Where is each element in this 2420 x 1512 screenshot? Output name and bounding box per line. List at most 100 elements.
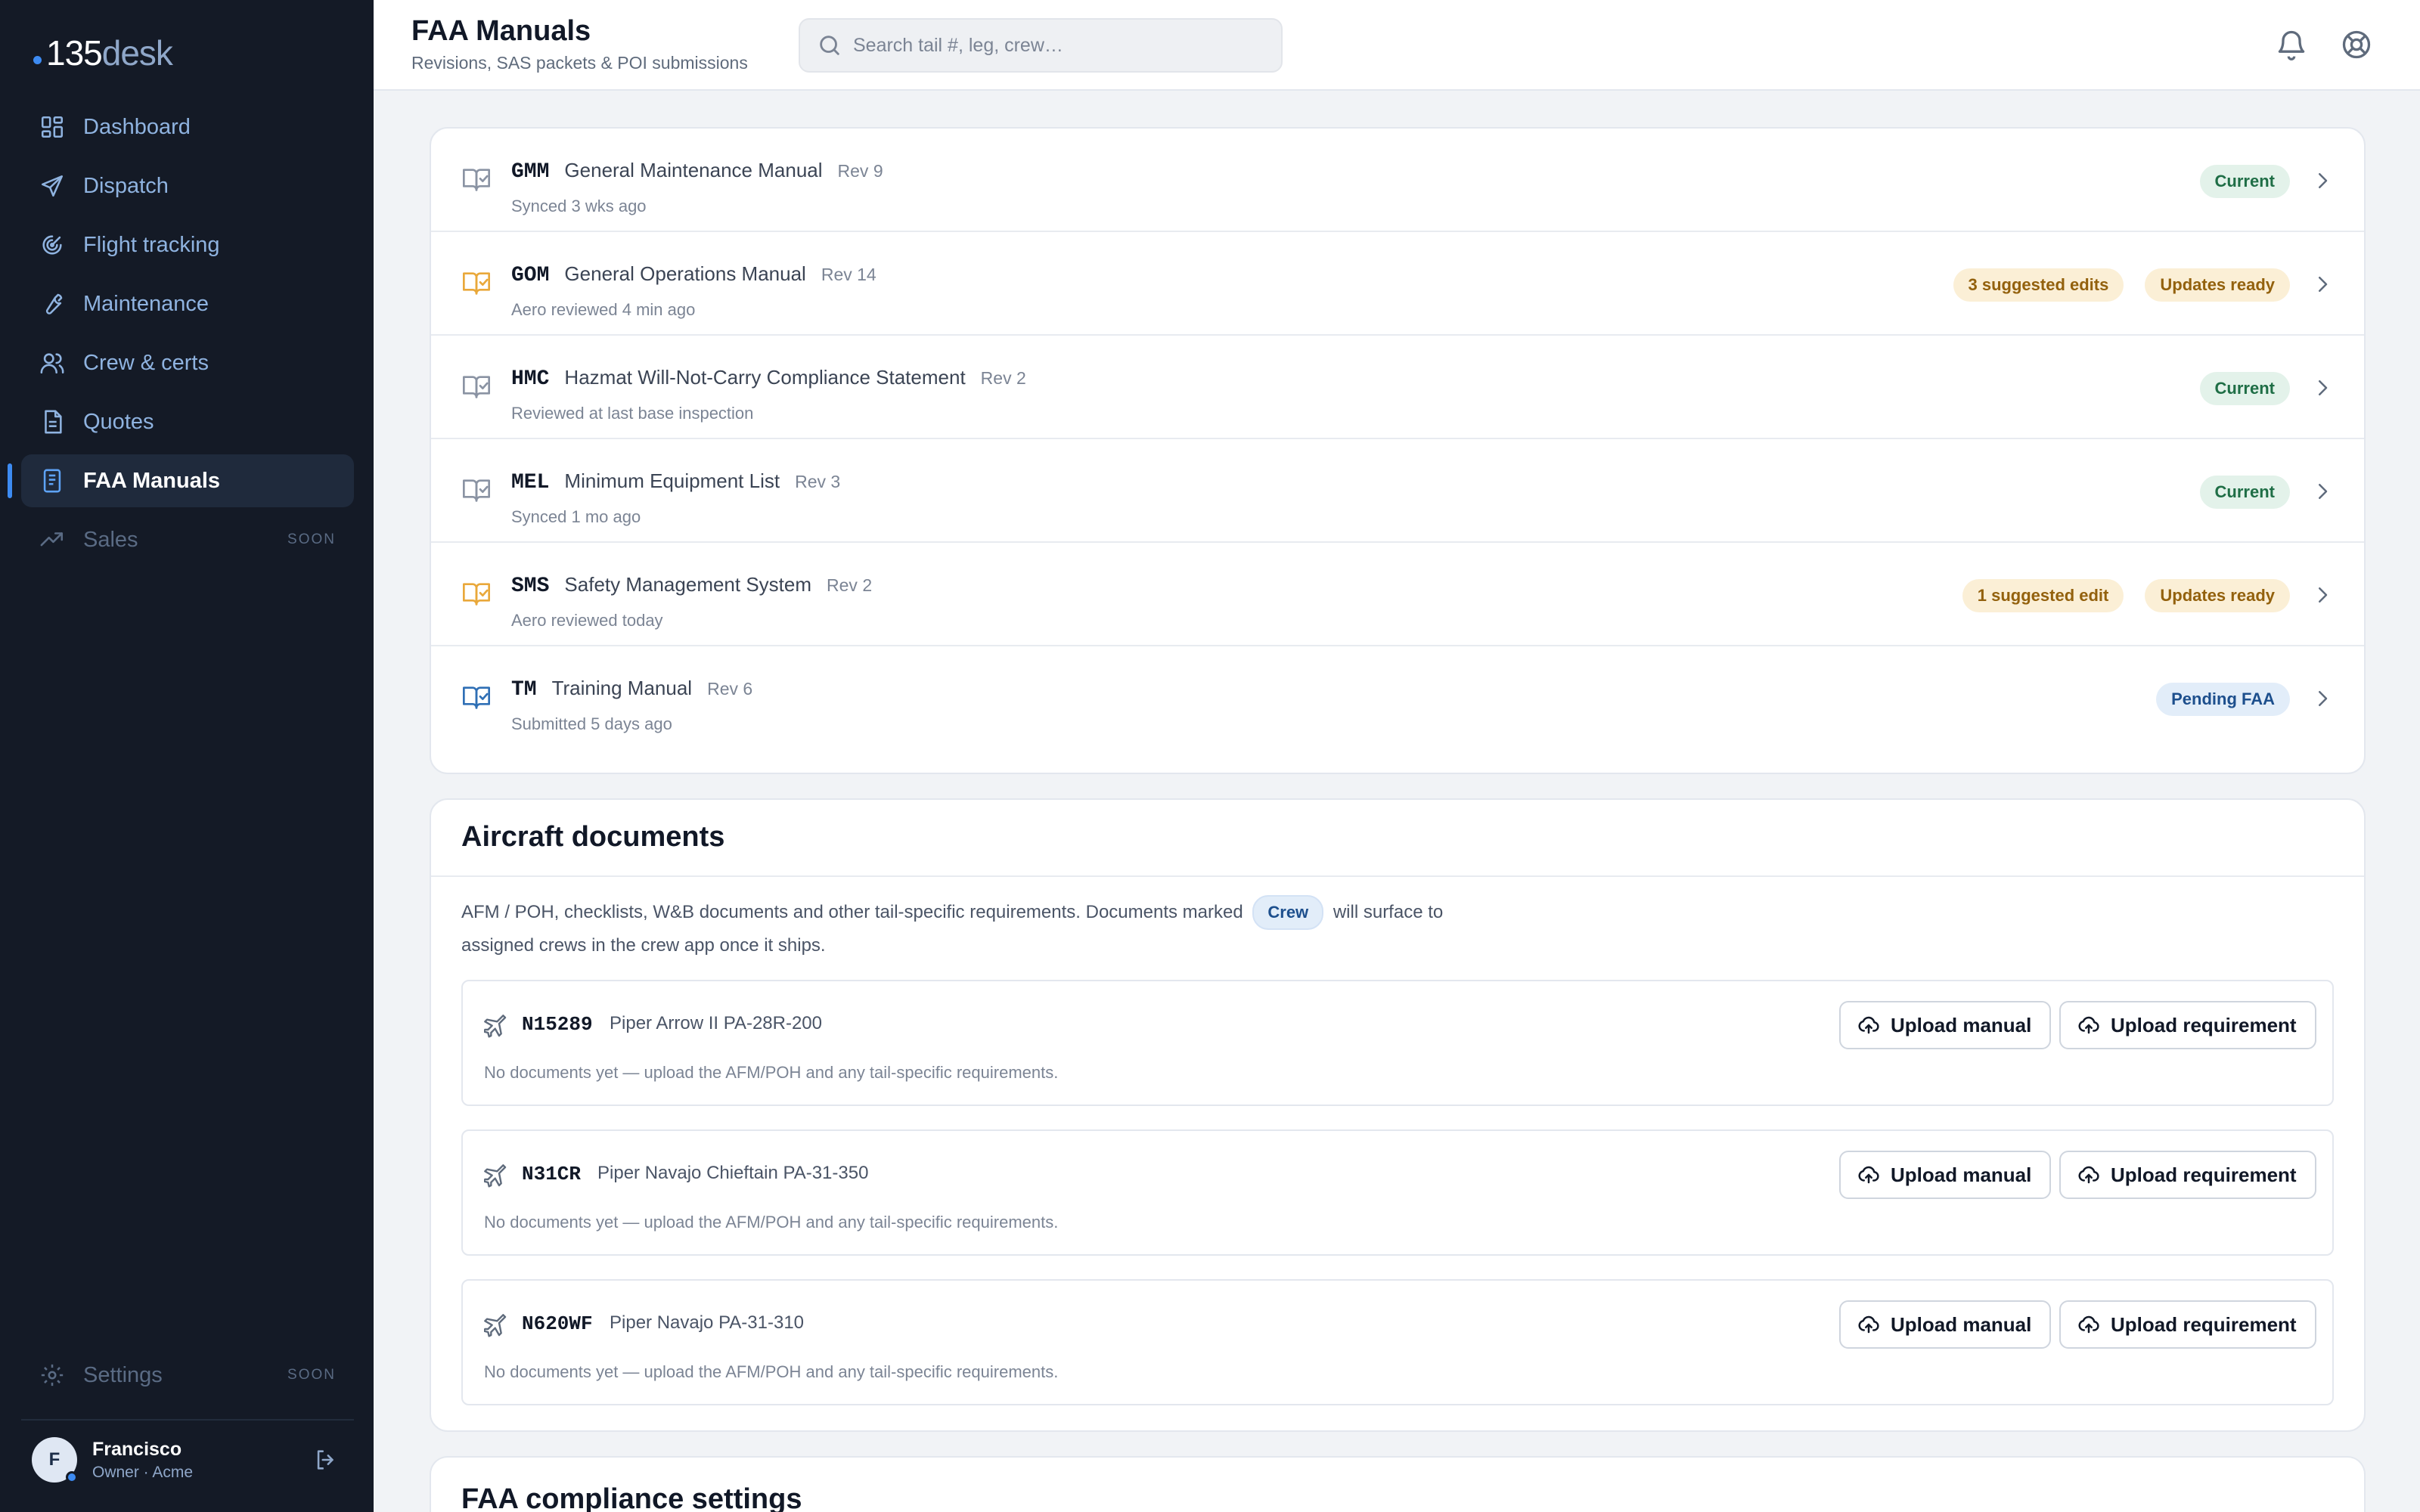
manual-row-sms[interactable]: SMS Safety Management System Rev 2 Aero … xyxy=(431,543,2364,646)
upload-requirement-button[interactable]: Upload requirement xyxy=(2059,1151,2316,1199)
button-label: Upload manual xyxy=(1891,1163,2032,1186)
section-divider xyxy=(431,875,2364,877)
status-badge: Current xyxy=(2199,476,2290,509)
button-label: Upload manual xyxy=(1891,1013,2032,1036)
button-label: Upload requirement xyxy=(2111,1312,2297,1336)
empty-state-text: No documents yet — upload the AFM/POH an… xyxy=(484,1213,1059,1232)
cloud-upload-icon xyxy=(1858,1166,1879,1184)
document-icon xyxy=(45,410,62,434)
sidebar-settings: Settings SOON xyxy=(21,1349,354,1408)
manual-title-line: GOM General Operations Manual Rev 14 xyxy=(511,262,876,287)
manual-title-line: MEL Minimum Equipment List Rev 3 xyxy=(511,469,840,494)
search-bar[interactable] xyxy=(799,18,1283,73)
sidebar-item-label: Flight tracking xyxy=(83,232,220,257)
user-profile[interactable]: F Francisco Owner · Acme xyxy=(32,1433,349,1486)
upload-requirement-button[interactable]: Upload requirement xyxy=(2059,1300,2316,1349)
manual-row-gom[interactable]: GOM General Operations Manual Rev 14 Aer… xyxy=(431,232,2364,336)
sidebar-item-dispatch[interactable]: Dispatch xyxy=(21,160,354,212)
manual-row-mel[interactable]: MEL Minimum Equipment List Rev 3 Synced … xyxy=(431,439,2364,543)
sidebar-divider xyxy=(21,1419,354,1421)
manual-row-hmc[interactable]: HMC Hazmat Will-Not-Carry Compliance Sta… xyxy=(431,336,2364,439)
sidebar-item-sales[interactable]: Sales SOON xyxy=(21,513,354,566)
manual-code: SMS xyxy=(511,575,550,598)
search-icon xyxy=(820,36,839,55)
top-header: FAA Manuals Revisions, SAS packets & POI… xyxy=(374,0,2420,91)
description-text-start: AFM / POH, checklists, W&B documents and… xyxy=(461,902,1243,922)
manuals-list: GMM General Maintenance Manual Rev 9 Syn… xyxy=(430,127,2366,774)
search-input[interactable] xyxy=(853,34,1261,57)
status-badge: Current xyxy=(2199,372,2290,405)
sidebar-item-label: Quotes xyxy=(83,409,154,434)
sidebar-item-label: FAA Manuals xyxy=(83,468,221,493)
dashboard-icon xyxy=(41,116,64,138)
avatar[interactable]: F xyxy=(32,1437,78,1483)
upload-manual-button[interactable]: Upload manual xyxy=(1839,1151,2052,1199)
status-badges: Pending FAA xyxy=(2135,683,2290,716)
status-badge: Updates ready xyxy=(2145,579,2290,612)
aircraft-model: Piper Arrow II PA-28R-200 xyxy=(610,1013,823,1033)
cloud-upload-icon xyxy=(1858,1016,1879,1034)
wrench-icon xyxy=(45,293,63,314)
suggested-edits-badge: 3 suggested edits xyxy=(1953,268,2124,302)
book-icon xyxy=(43,469,61,493)
button-label: Upload requirement xyxy=(2111,1013,2297,1036)
book-check-icon xyxy=(463,686,490,709)
manual-revision: Rev 6 xyxy=(707,679,753,699)
chevron-right-icon[interactable] xyxy=(2311,584,2334,606)
chevron-right-icon[interactable] xyxy=(2311,376,2334,399)
manual-row-tm[interactable]: TM Training Manual Rev 6 Submitted 5 day… xyxy=(431,646,2364,750)
manual-revision: Rev 2 xyxy=(980,368,1026,388)
sidebar-item-dashboard[interactable]: Dashboard xyxy=(21,101,354,153)
aircraft-model: Piper Navajo Chieftain PA-31-350 xyxy=(597,1163,869,1183)
sidebar-item-quotes[interactable]: Quotes xyxy=(21,395,354,448)
sidebar-item-label: Dashboard xyxy=(83,114,191,139)
upload-manual-button[interactable]: Upload manual xyxy=(1839,1001,2052,1049)
chevron-right-icon[interactable] xyxy=(2311,687,2334,710)
manual-row-gmm[interactable]: GMM General Maintenance Manual Rev 9 Syn… xyxy=(431,129,2364,232)
manual-revision: Rev 3 xyxy=(795,472,841,491)
plane-icon xyxy=(484,1164,507,1188)
logout-icon[interactable] xyxy=(313,1447,339,1473)
brand-word: desk xyxy=(101,33,173,73)
manual-code: TM xyxy=(511,678,537,702)
button-label: Upload manual xyxy=(1891,1312,2032,1336)
chevron-right-icon[interactable] xyxy=(2311,169,2334,192)
cloud-upload-icon xyxy=(2078,1315,2099,1334)
manual-meta: Aero reviewed 4 min ago xyxy=(511,300,696,319)
chevron-right-icon[interactable] xyxy=(2311,273,2334,296)
sidebar-item-crew-certs[interactable]: Crew & certs xyxy=(21,336,354,389)
book-check-icon xyxy=(463,583,490,606)
upload-requirement-button[interactable]: Upload requirement xyxy=(2059,1001,2316,1049)
soon-badge: SOON xyxy=(287,531,336,547)
user-name: Francisco xyxy=(92,1438,182,1460)
manual-title-line: SMS Safety Management System Rev 2 xyxy=(511,573,872,598)
status-badges: 3 suggested edits Updates ready xyxy=(1932,268,2290,302)
manual-revision: Rev 9 xyxy=(837,161,883,181)
manual-name: General Operations Manual xyxy=(564,262,806,285)
manual-code: MEL xyxy=(511,471,550,494)
sidebar-item-flight-tracking[interactable]: Flight tracking xyxy=(21,218,354,271)
online-status-dot xyxy=(66,1471,78,1483)
manual-revision: Rev 2 xyxy=(827,575,873,595)
manual-title-line: HMC Hazmat Will-Not-Carry Compliance Sta… xyxy=(511,366,1026,391)
faa-compliance-settings-section: FAA compliance settings xyxy=(430,1456,2366,1512)
status-badges: Current xyxy=(2179,165,2290,198)
upload-manual-button[interactable]: Upload manual xyxy=(1839,1300,2052,1349)
sidebar-item-maintenance[interactable]: Maintenance xyxy=(21,277,354,330)
aircraft-card-n15289: N15289 Piper Arrow II PA-28R-200 Upload … xyxy=(461,980,2334,1106)
bell-icon[interactable] xyxy=(2275,28,2308,61)
crew-tag: Crew xyxy=(1252,895,1324,930)
brand-logo[interactable]: 135 desk xyxy=(33,33,173,73)
help-icon[interactable] xyxy=(2340,28,2373,61)
chevron-right-icon[interactable] xyxy=(2311,480,2334,503)
section-title: FAA compliance settings xyxy=(461,1483,802,1512)
sidebar-item-settings[interactable]: Settings SOON xyxy=(21,1349,354,1402)
manual-name: General Maintenance Manual xyxy=(564,159,823,181)
plane-icon xyxy=(484,1314,507,1337)
sidebar-item-faa-manuals[interactable]: FAA Manuals xyxy=(8,454,354,507)
manual-revision: Rev 14 xyxy=(821,265,876,284)
sidebar-item-label: Sales xyxy=(83,527,138,552)
status-badge: Updates ready xyxy=(2145,268,2290,302)
status-badges: 1 suggested edit Updates ready xyxy=(1941,579,2290,612)
aircraft-model: Piper Navajo PA-31-310 xyxy=(610,1312,805,1333)
